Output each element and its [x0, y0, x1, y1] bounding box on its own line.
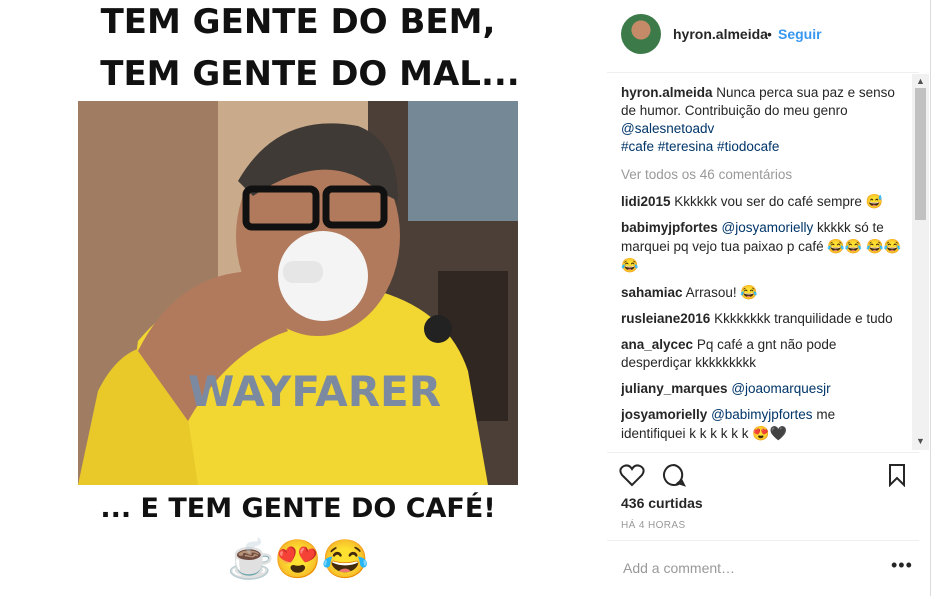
comment-username[interactable]: josyamorielly — [621, 407, 707, 422]
comment-username[interactable]: babimyjpfortes — [621, 220, 718, 235]
comment-emoji: 😍🖤 — [752, 425, 788, 441]
comment-item: sahamiac Arrasou! 😂 — [621, 283, 903, 302]
post-media[interactable]: TEM GENTE DO BEM, TEM GENTE DO MAL... WA… — [0, 0, 600, 596]
shirt-print: WAYFARER — [188, 367, 441, 416]
bookmark-icon[interactable] — [885, 463, 911, 487]
separator-dot: • — [767, 26, 772, 42]
comment-mention[interactable]: @joaomarquesjr — [731, 381, 830, 396]
comment-item: babimyjpfortes @josyamorielly kkkkk só t… — [621, 219, 903, 275]
meme-image: TEM GENTE DO BEM, TEM GENTE DO MAL... WA… — [78, 0, 520, 596]
photo-illustration: WAYFARER — [78, 101, 518, 485]
author-username[interactable]: hyron.almeida — [673, 26, 768, 42]
scrollbar-thumb[interactable] — [915, 88, 926, 220]
comments-scrollbar[interactable]: ▲ ▼ — [912, 74, 929, 450]
comment-icon[interactable] — [661, 463, 687, 487]
comment-emoji: 😂 — [740, 284, 758, 300]
coffee-photo: WAYFARER — [78, 101, 518, 485]
likes-count[interactable]: 436 curtidas — [621, 495, 703, 511]
comment-username[interactable]: rusleiane2016 — [621, 311, 710, 326]
meme-line-1: TEM GENTE DO BEM, — [100, 2, 496, 42]
comment-item: lidi2015 Kkkkkk vou ser do café sempre 😅 — [621, 192, 903, 211]
caption: hyron.almeida Nunca perca sua paz e sens… — [621, 84, 903, 156]
meme-line-3: ... E TEM GENTE DO CAFÉ! — [100, 493, 496, 524]
scroll-up-icon[interactable]: ▲ — [916, 76, 925, 86]
comment-text: Arrasou! — [685, 285, 737, 300]
meme-emojis: ☕😍😂 — [227, 539, 369, 581]
heart-icon[interactable] — [619, 463, 645, 487]
comment-item: rusleiane2016 Kkkkkkkk tranquilidade e t… — [621, 310, 903, 328]
comment-text: Kkkkkk vou ser do café sempre — [674, 194, 862, 209]
add-comment-input[interactable] — [621, 559, 875, 577]
comment-emoji: 😅 — [865, 193, 884, 209]
view-all-comments-link[interactable]: Ver todos os 46 comentários — [621, 166, 903, 184]
action-bar — [607, 452, 919, 493]
post-header: hyron.almeida • Seguir — [607, 0, 919, 73]
meme-line-2: TEM GENTE DO MAL... — [100, 54, 520, 94]
comment-username[interactable]: ana_alycec — [621, 337, 693, 352]
follow-button[interactable]: Seguir — [778, 26, 822, 42]
scroll-down-icon[interactable]: ▼ — [916, 436, 925, 446]
caption-username[interactable]: hyron.almeida — [621, 85, 713, 100]
comment-text: Kkkkkkkk tranquilidade e tudo — [714, 311, 893, 326]
comment-username[interactable]: juliany_marques — [621, 381, 728, 396]
comment-mention[interactable]: @josyamorielly — [722, 220, 814, 235]
comment-username[interactable]: lidi2015 — [621, 194, 671, 209]
caption-hashtags[interactable]: #cafe #teresina #tiodocafe — [621, 139, 779, 154]
avatar[interactable] — [621, 14, 661, 54]
post-window: TEM GENTE DO BEM, TEM GENTE DO MAL... WA… — [0, 0, 931, 596]
caption-mention[interactable]: @salesnetoadv — [621, 121, 714, 136]
comment-username[interactable]: sahamiac — [621, 285, 683, 300]
comment-item: ana_alycec Pq café a gnt não pode desper… — [621, 336, 903, 372]
comment-item: josyamorielly @babimyjpfortes me identif… — [621, 406, 903, 443]
post-sidebar: hyron.almeida • Seguir hyron.almeida Nun… — [607, 0, 919, 596]
post-timestamp[interactable]: HÁ 4 HORAS — [621, 520, 686, 531]
add-comment-bar: ••• — [607, 540, 919, 597]
comment-mention[interactable]: @babimyjpfortes — [711, 407, 813, 422]
comment-item: juliany_marques @joaomarquesjr — [621, 380, 903, 398]
comments-list: hyron.almeida Nunca perca sua paz e sens… — [621, 84, 903, 448]
more-options-button[interactable]: ••• — [891, 555, 913, 576]
